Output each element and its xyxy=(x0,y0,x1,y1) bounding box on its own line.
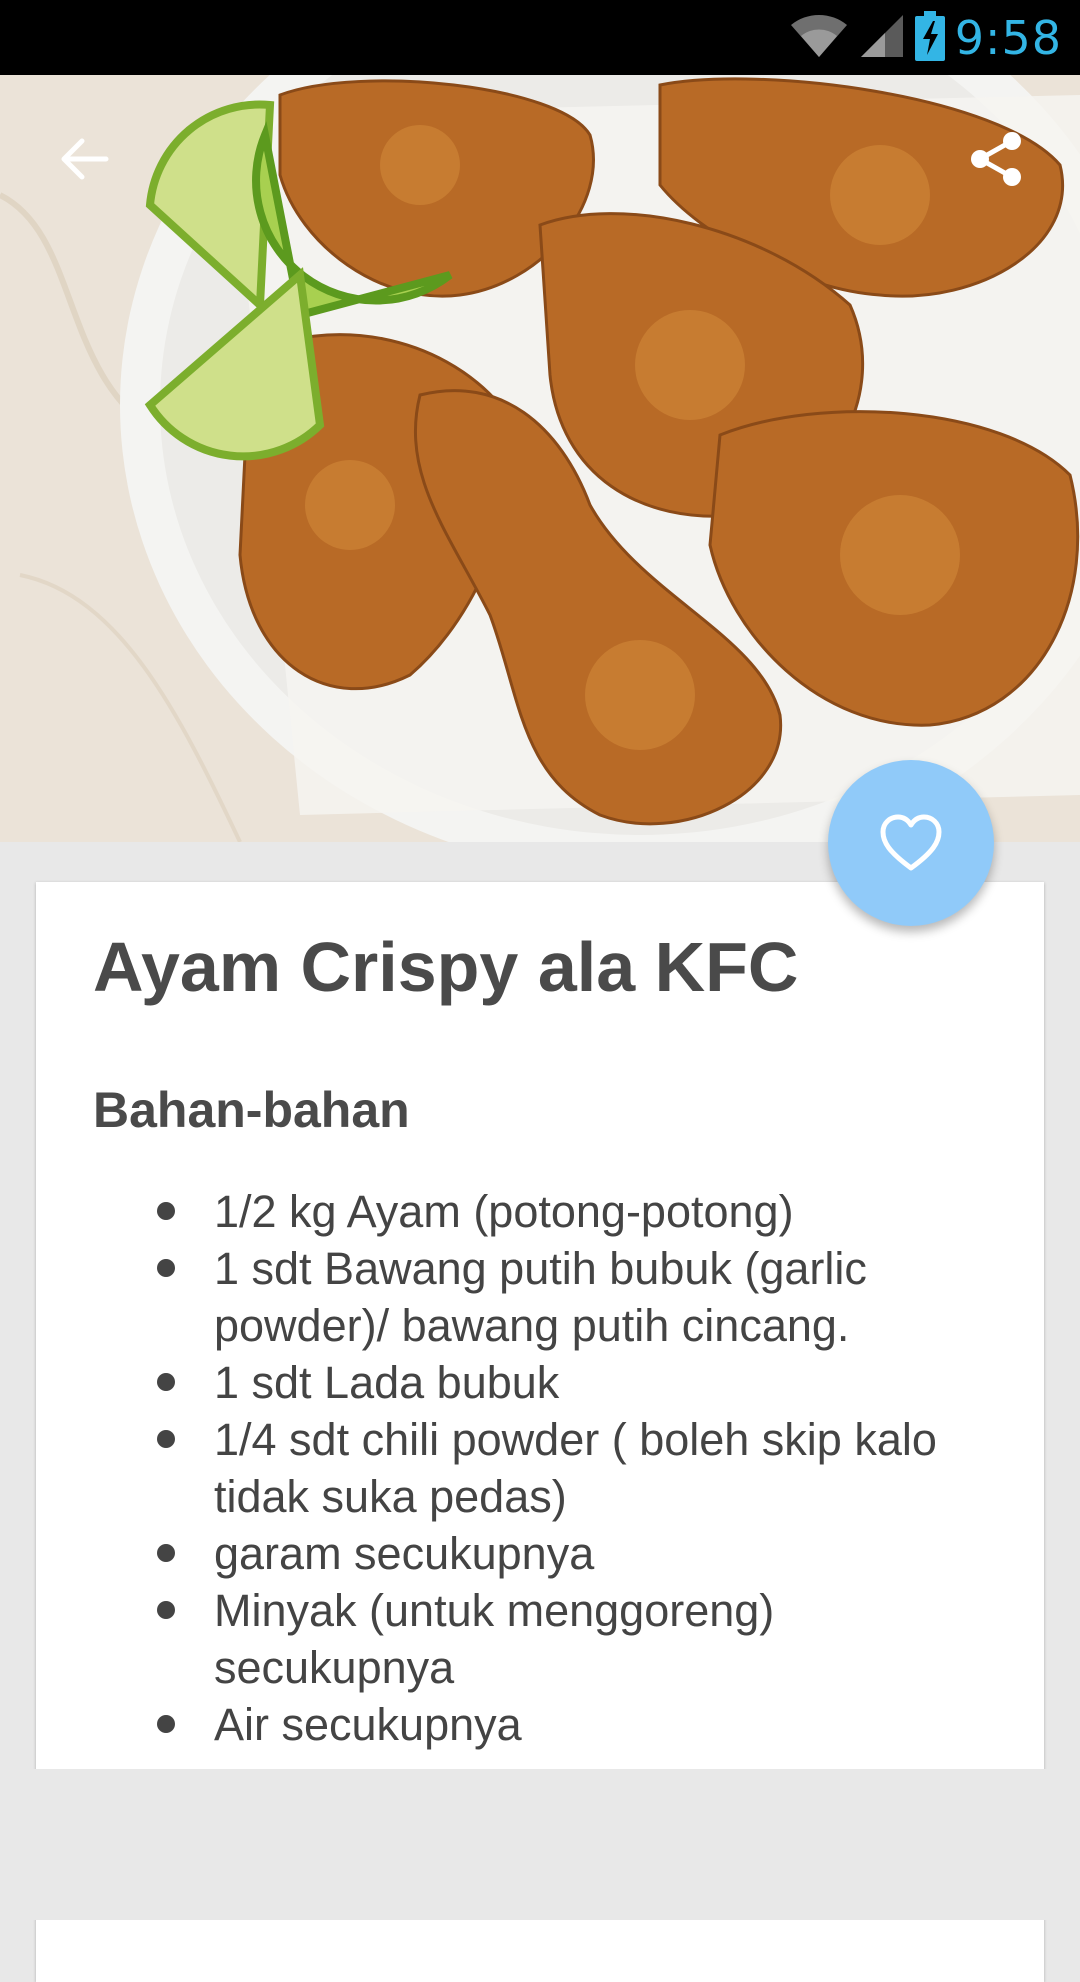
ingredient-text: garam secukupnya xyxy=(214,1528,595,1579)
list-item: garam secukupnya xyxy=(93,1525,1004,1582)
hero-image xyxy=(0,75,1080,842)
ingredient-text: 1/4 sdt chili powder ( boleh skip kalo t… xyxy=(214,1414,937,1522)
ingredients-list: 1/2 kg Ayam (potong-potong) 1 sdt Bawang… xyxy=(93,1183,1004,1753)
bottom-area xyxy=(0,1769,1080,1920)
recipe-title: Ayam Crispy ala KFC xyxy=(93,928,799,1006)
wifi-icon xyxy=(789,13,849,63)
bullet-icon xyxy=(157,1373,175,1391)
ingredient-text: 1/2 kg Ayam (potong-potong) xyxy=(214,1186,794,1237)
ingredients-heading: Bahan-bahan xyxy=(93,1082,410,1138)
list-item: 1 sdt Bawang putih bubuk (garlic powder)… xyxy=(93,1240,1004,1354)
list-item: Minyak (untuk menggoreng) secukupnya xyxy=(93,1582,1004,1696)
fried-chicken-photo xyxy=(0,75,1080,842)
recipe-content: Ayam Crispy ala KFC Bahan-bahan 1/2 kg A… xyxy=(93,922,1004,1753)
share-icon xyxy=(971,132,1021,186)
bullet-icon xyxy=(157,1259,175,1277)
bullet-icon xyxy=(157,1430,175,1448)
ingredient-text: 1 sdt Lada bubuk xyxy=(214,1357,560,1408)
favorite-button[interactable] xyxy=(828,760,994,926)
ingredient-text: Minyak (untuk menggoreng) secukupnya xyxy=(214,1585,775,1693)
arrow-left-icon xyxy=(61,138,109,180)
list-item: 1/2 kg Ayam (potong-potong) xyxy=(93,1183,1004,1240)
share-button[interactable] xyxy=(948,111,1044,207)
ingredient-text: 1 sdt Bawang putih bubuk (garlic powder)… xyxy=(214,1243,867,1351)
battery-charging-icon xyxy=(914,10,945,65)
bullet-icon xyxy=(157,1715,175,1733)
list-item: 1 sdt Lada bubuk xyxy=(93,1354,1004,1411)
heart-outline-icon xyxy=(880,814,942,871)
ingredient-text: Air secukupnya xyxy=(214,1699,522,1750)
back-button[interactable] xyxy=(36,111,132,207)
bullet-icon xyxy=(157,1601,175,1619)
bullet-icon xyxy=(157,1202,175,1220)
cell-signal-icon xyxy=(859,13,905,63)
bullet-icon xyxy=(157,1544,175,1562)
status-icons: 9:58 xyxy=(789,0,1062,75)
list-item: 1/4 sdt chili powder ( boleh skip kalo t… xyxy=(93,1411,1004,1525)
list-item: Air secukupnya xyxy=(93,1696,1004,1753)
status-time: 9:58 xyxy=(954,10,1062,65)
status-bar: 9:58 xyxy=(0,0,1080,75)
